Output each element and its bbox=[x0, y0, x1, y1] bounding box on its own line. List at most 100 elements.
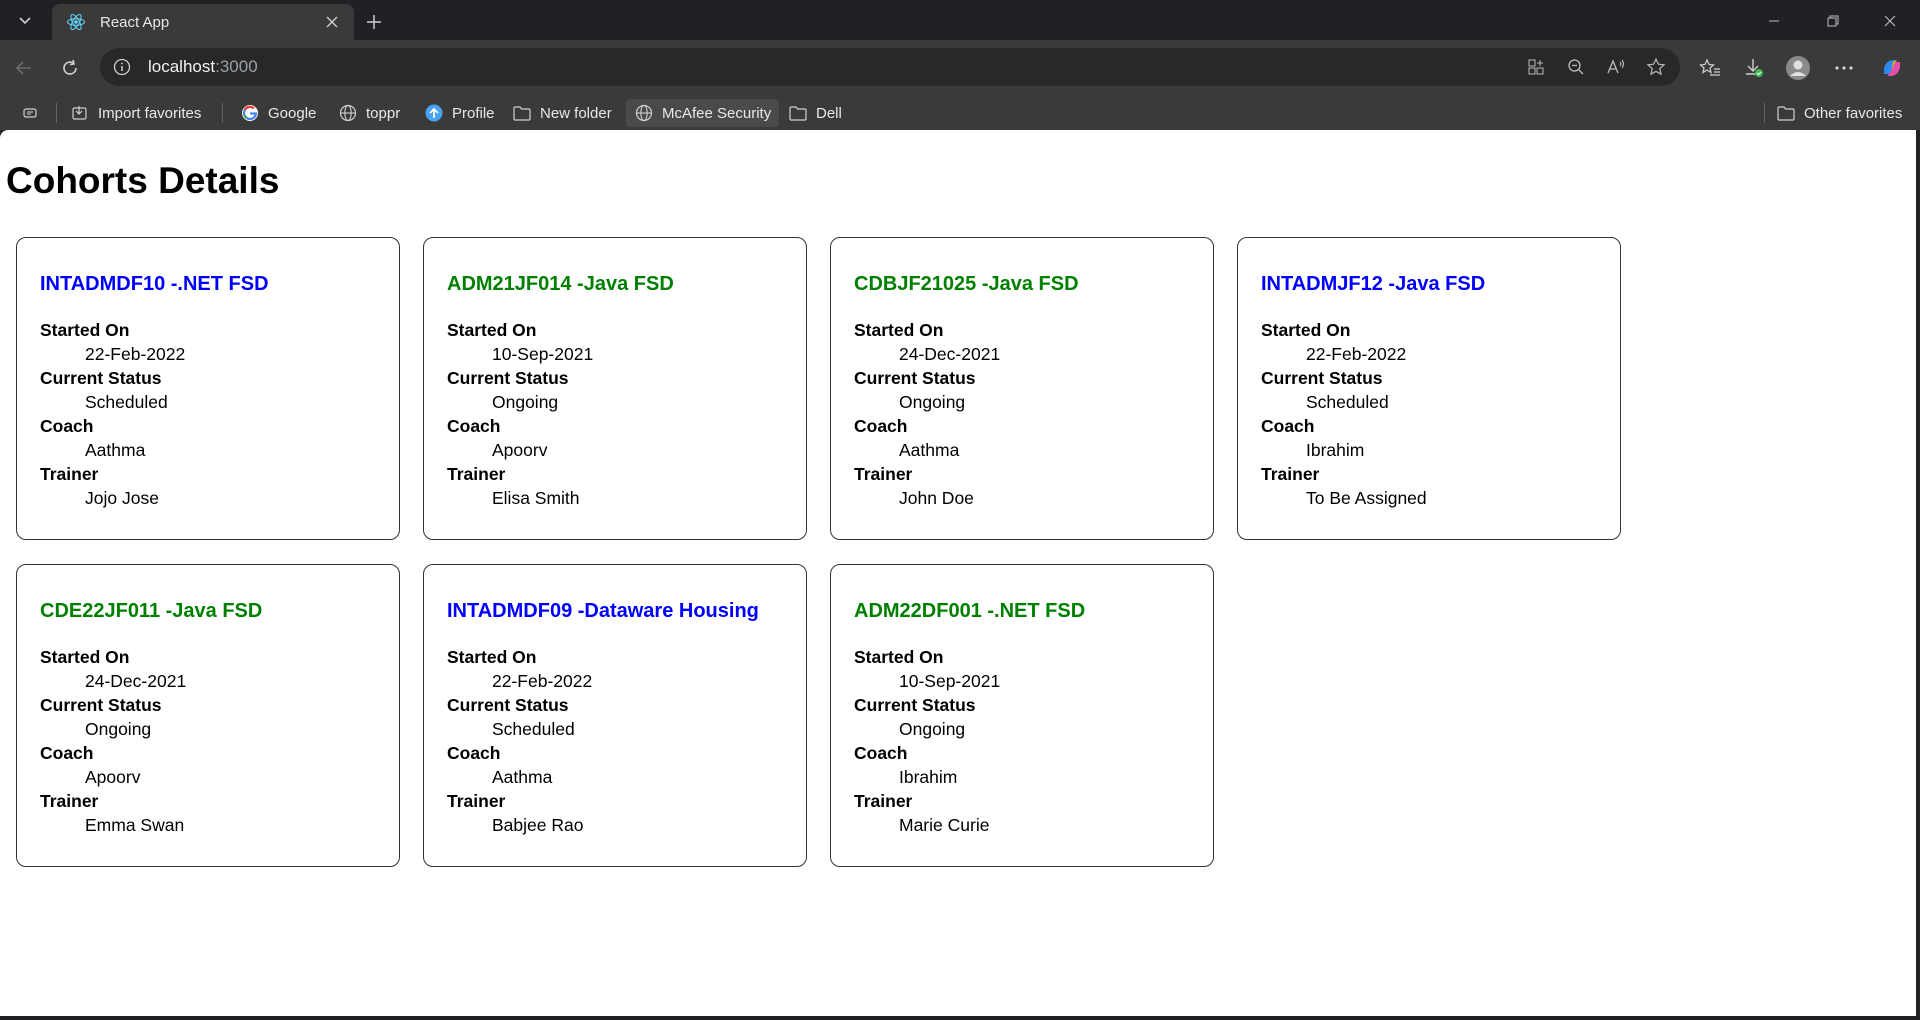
more-horizontal-icon bbox=[1835, 66, 1853, 70]
fav-google[interactable]: Google bbox=[232, 99, 324, 127]
globe-icon bbox=[634, 103, 654, 123]
current-status-value: Scheduled bbox=[85, 392, 168, 412]
copilot-icon bbox=[1883, 60, 1901, 76]
read-aloud-icon[interactable] bbox=[1600, 51, 1632, 83]
trainer-label: Trainer bbox=[1261, 464, 1320, 484]
url-port: :3000 bbox=[215, 57, 258, 76]
import-favorites-link[interactable]: Import favorites bbox=[62, 99, 209, 127]
fav-label: McAfee Security bbox=[662, 104, 772, 122]
close-window-button[interactable] bbox=[1870, 8, 1910, 34]
divider bbox=[56, 103, 57, 123]
coach-value: Apoorv bbox=[85, 767, 141, 787]
favorites-bar: Import favorites Google toppr Profile Ne… bbox=[0, 96, 1920, 130]
favorite-star-icon[interactable] bbox=[1640, 51, 1672, 83]
started-on-value: 24-Dec-2021 bbox=[899, 344, 1001, 364]
browser-tab[interactable]: React App bbox=[52, 4, 354, 40]
cohort-card: CDBJF21025 -Java FSD Started On 24-Dec-2… bbox=[830, 237, 1214, 540]
started-on-value: 22-Feb-2022 bbox=[492, 671, 593, 691]
trainer-label: Trainer bbox=[447, 791, 506, 811]
started-on-value: 10-Sep-2021 bbox=[492, 344, 594, 364]
favorites-button[interactable] bbox=[1694, 52, 1726, 84]
current-status-label: Current Status bbox=[447, 695, 569, 715]
minimize-button[interactable] bbox=[1754, 8, 1794, 34]
current-status-label: Current Status bbox=[40, 368, 162, 388]
cohort-details: Started On 10-Sep-2021 Current Status On… bbox=[854, 645, 1213, 837]
cohort-title: ADM22DF001 -.NET FSD bbox=[854, 600, 1086, 622]
react-logo-icon bbox=[66, 12, 86, 32]
info-icon[interactable] bbox=[110, 55, 134, 79]
restore-button[interactable] bbox=[1813, 8, 1853, 34]
fav-mcafee[interactable]: McAfee Security bbox=[626, 99, 780, 127]
downloads-button[interactable] bbox=[1738, 52, 1770, 84]
favorites-collection-button[interactable] bbox=[12, 99, 48, 127]
avatar-icon bbox=[1786, 56, 1810, 80]
coach-value: Aathma bbox=[85, 440, 146, 460]
fav-other-favorites[interactable]: Other favorites bbox=[1768, 99, 1910, 127]
current-status-value: Ongoing bbox=[492, 392, 559, 412]
current-status-label: Current Status bbox=[40, 695, 162, 715]
page-viewport: Cohorts Details INTADMDF10 -.NET FSD Sta… bbox=[0, 130, 1916, 1016]
trainer-label: Trainer bbox=[40, 464, 99, 484]
started-on-value: 24-Dec-2021 bbox=[85, 671, 187, 691]
coach-value: Apoorv bbox=[492, 440, 548, 460]
url-host: localhost bbox=[148, 57, 216, 76]
address-bar[interactable]: localhost:3000 bbox=[100, 48, 1680, 86]
zoom-out-icon[interactable] bbox=[1560, 51, 1592, 83]
download-icon bbox=[1746, 59, 1763, 77]
folder-icon bbox=[512, 103, 532, 123]
coach-value: Ibrahim bbox=[1306, 440, 1365, 460]
fav-new-folder[interactable]: New folder bbox=[504, 99, 620, 127]
coach-label: Coach bbox=[447, 743, 501, 763]
fav-toppr[interactable]: toppr bbox=[330, 99, 408, 127]
started-on-label: Started On bbox=[1261, 320, 1351, 340]
cohort-title: CDE22JF011 -Java FSD bbox=[40, 600, 263, 622]
current-status-value: Scheduled bbox=[1306, 392, 1389, 412]
settings-more-button[interactable] bbox=[1828, 52, 1860, 84]
close-icon bbox=[1884, 15, 1896, 27]
trainer-value: Jojo Jose bbox=[85, 488, 159, 508]
app-available-icon[interactable] bbox=[1520, 51, 1552, 83]
cohort-card: CDE22JF011 -Java FSD Started On 24-Dec-2… bbox=[16, 564, 400, 867]
trainer-value: Babjee Rao bbox=[492, 815, 584, 835]
coach-label: Coach bbox=[447, 416, 501, 436]
copilot-button[interactable] bbox=[1876, 52, 1908, 84]
divider bbox=[222, 103, 223, 123]
trainer-label: Trainer bbox=[854, 791, 913, 811]
fav-label: Google bbox=[268, 104, 317, 122]
browser-toolbar: localhost:3000 bbox=[0, 40, 1920, 96]
trainer-value: Emma Swan bbox=[85, 815, 185, 835]
trainer-value: To Be Assigned bbox=[1306, 488, 1427, 508]
refresh-button[interactable] bbox=[54, 52, 86, 84]
cohort-details: Started On 24-Dec-2021 Current Status On… bbox=[40, 645, 399, 837]
cohort-card: ADM22DF001 -.NET FSD Started On 10-Sep-2… bbox=[830, 564, 1214, 867]
coach-label: Coach bbox=[40, 743, 94, 763]
started-on-label: Started On bbox=[40, 320, 130, 340]
current-status-label: Current Status bbox=[1261, 368, 1383, 388]
current-status-value: Ongoing bbox=[899, 719, 966, 739]
cohort-title: CDBJF21025 -Java FSD bbox=[854, 273, 1079, 295]
fav-label: New folder bbox=[540, 104, 612, 122]
current-status-value: Ongoing bbox=[899, 392, 966, 412]
back-button[interactable] bbox=[8, 52, 40, 84]
fav-dell[interactable]: Dell bbox=[780, 99, 850, 127]
tab-close-button[interactable] bbox=[320, 10, 344, 34]
started-on-value: 22-Feb-2022 bbox=[1306, 344, 1407, 364]
coach-value: Aathma bbox=[492, 767, 553, 787]
started-on-label: Started On bbox=[40, 647, 130, 667]
coach-label: Coach bbox=[854, 416, 908, 436]
cohort-card: INTADMDF09 -Dataware Housing Started On … bbox=[423, 564, 807, 867]
new-tab-button[interactable] bbox=[360, 8, 388, 36]
coach-label: Coach bbox=[1261, 416, 1315, 436]
tab-actions-menu-button[interactable] bbox=[10, 6, 40, 34]
page-title: Cohorts Details bbox=[6, 160, 280, 201]
folder-icon bbox=[788, 103, 808, 123]
fav-label: Other favorites bbox=[1804, 104, 1903, 122]
google-icon bbox=[240, 103, 260, 123]
cohort-card: ADM21JF014 -Java FSD Started On 10-Sep-2… bbox=[423, 237, 807, 540]
collections-icon bbox=[20, 103, 40, 123]
profile-button[interactable] bbox=[1782, 52, 1814, 84]
cohort-card: INTADMJF12 -Java FSD Started On 22-Feb-2… bbox=[1237, 237, 1621, 540]
started-on-value: 10-Sep-2021 bbox=[899, 671, 1001, 691]
fav-profile[interactable]: Profile bbox=[416, 99, 503, 127]
current-status-value: Scheduled bbox=[492, 719, 575, 739]
